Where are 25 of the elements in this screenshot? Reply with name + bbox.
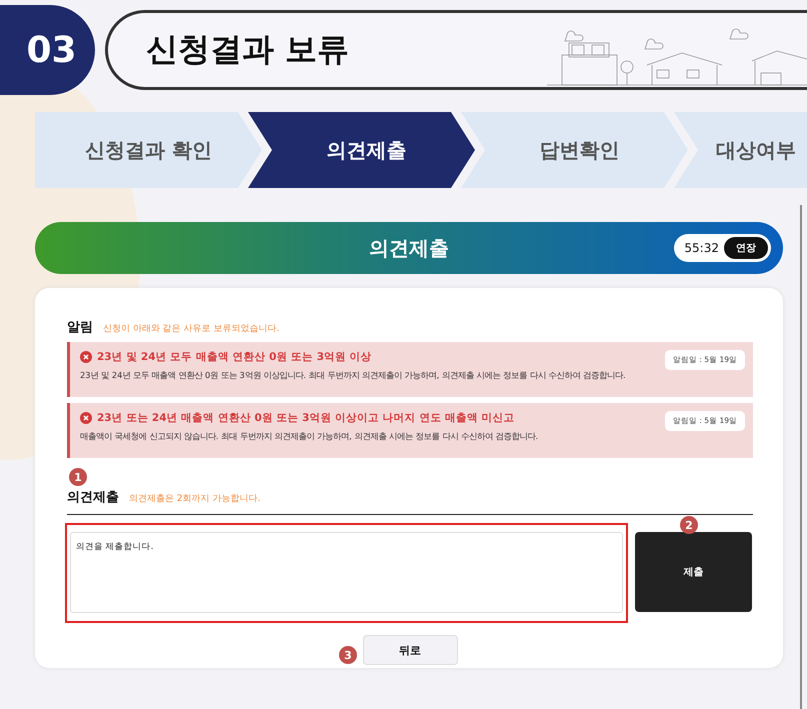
page-title: 신청결과 보류 (146, 29, 350, 70)
step-tab[interactable]: 의견제출 (248, 112, 475, 188)
opinion-heading: 의견제출 (67, 489, 119, 506)
step-marker: 1 (69, 468, 87, 486)
notice-heading: 알림 (67, 319, 93, 336)
section-title: 의견제출 (369, 234, 449, 262)
alert-text: 매출액이 국세청에 신고되지 않습니다. 최대 두번까지 의견제출이 가능하며, 의견제출 시에는 정보를 다시 수신하여 검증합니다. (80, 431, 540, 442)
error-icon (80, 351, 92, 363)
alert-text: 23년 및 24년 모두 매출액 연환산 0원 또는 3억원 이상입니다. 최대 두번까지 의견제출이 가능하며, 의견제출 시에는 정보를 다시 수신하여 검증합니다. (80, 370, 627, 381)
back-button[interactable]: 뒤로 (362, 635, 458, 665)
extend-button[interactable]: 연장 (724, 237, 768, 259)
submit-button[interactable]: 제출 (635, 532, 752, 612)
step-tab[interactable]: 대상여부 (674, 112, 807, 188)
step-marker: 3 (339, 646, 357, 664)
step-tab[interactable]: 답변확인 (461, 112, 688, 188)
step-tab[interactable]: 신청결과 확인 (35, 112, 262, 188)
alert-title: 23년 또는 24년 매출액 연환산 0원 또는 3억원 이상이고 나머지 연도 매출액 미신고 (97, 411, 515, 425)
step-marker: 2 (680, 516, 698, 534)
timer-text: 55:32 (684, 241, 719, 255)
opinion-input-field[interactable]: 의견을 제출합니다. (70, 532, 623, 613)
alert-title: 23년 및 24년 모두 매출액 연환산 0원 또는 3억원 이상 (97, 350, 372, 364)
notice-subtitle: 신청이 아래와 같은 사유로 보류되었습니다. (103, 323, 280, 335)
opinion-hint: 의견제출은 2회까지 가능합니다. (129, 493, 260, 505)
step-number-badge: 03 (0, 5, 95, 95)
error-icon (80, 412, 92, 424)
